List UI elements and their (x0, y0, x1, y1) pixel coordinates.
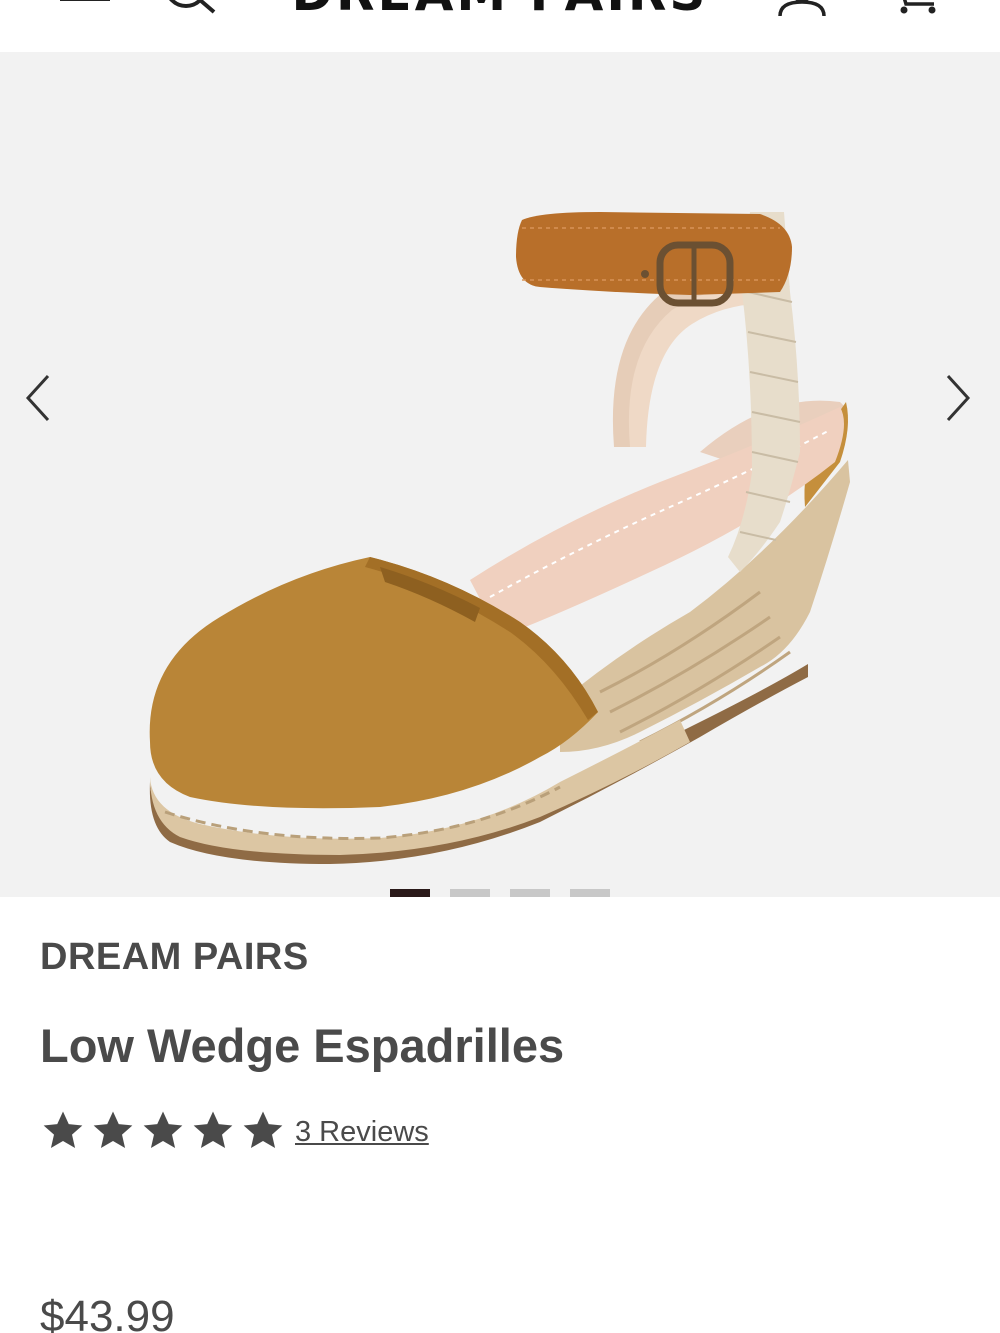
account-button[interactable] (774, 0, 830, 17)
gallery-pagination (0, 889, 1000, 897)
chevron-left-icon (25, 374, 50, 422)
cart-icon (900, 0, 936, 14)
star-icon (93, 1111, 133, 1149)
cart-button[interactable] (888, 0, 944, 16)
product-image (149, 212, 850, 864)
slide-indicator-1[interactable] (390, 889, 430, 897)
product-gallery[interactable] (0, 52, 1000, 897)
site-header: DREAM PAIRS (0, 0, 1000, 52)
site-logo[interactable]: DREAM PAIRS (0, 0, 1000, 18)
reviews-link[interactable]: 3 Reviews (295, 1116, 429, 1149)
star-icon (143, 1111, 183, 1149)
slide-indicator-3[interactable] (510, 889, 550, 897)
slide-indicator-2[interactable] (450, 889, 490, 897)
star-icon (243, 1111, 283, 1149)
previous-image-button[interactable] (18, 370, 58, 426)
product-title: Low Wedge Espadrilles (40, 1019, 565, 1072)
star-icon (193, 1111, 233, 1149)
next-image-button[interactable] (938, 370, 978, 426)
chevron-right-icon (946, 374, 971, 422)
slide-indicator-4[interactable] (570, 889, 610, 897)
star-icon (43, 1111, 83, 1149)
product-price: $43.99 (40, 1292, 175, 1333)
account-icon (778, 0, 826, 17)
product-brand[interactable]: DREAM PAIRS (40, 936, 309, 979)
